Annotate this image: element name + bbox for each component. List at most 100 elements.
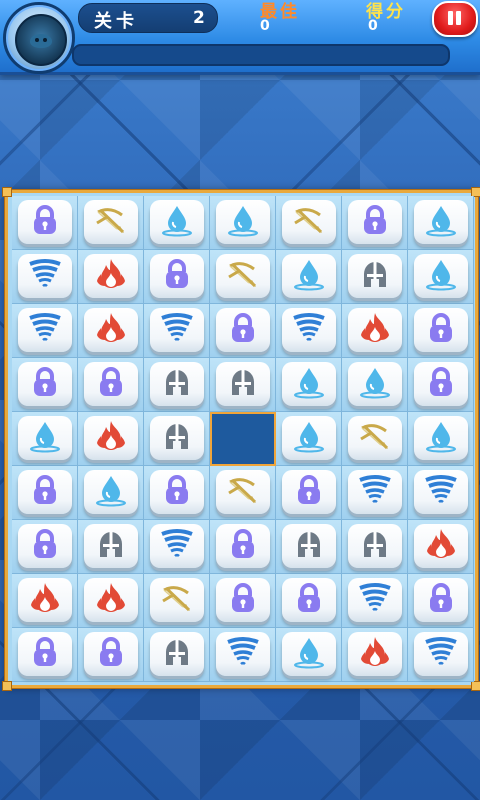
tile-tornado[interactable] — [348, 470, 402, 514]
tile-lock[interactable] — [18, 362, 72, 406]
board-cell[interactable] — [78, 466, 144, 520]
board-cell[interactable] — [342, 520, 408, 574]
board-cell[interactable] — [12, 574, 78, 628]
tile-lock[interactable] — [84, 632, 138, 676]
tile-lock[interactable] — [150, 470, 204, 514]
tile-lock[interactable] — [348, 200, 402, 244]
board-cell[interactable] — [144, 358, 210, 412]
tile-fire[interactable] — [84, 308, 138, 352]
board-cell[interactable] — [144, 412, 210, 466]
tile-water[interactable] — [18, 416, 72, 460]
board-cell[interactable] — [210, 520, 276, 574]
tile-water[interactable] — [348, 362, 402, 406]
tile-helmet[interactable] — [150, 632, 204, 676]
tile-lock[interactable] — [150, 254, 204, 298]
board-cell[interactable] — [210, 466, 276, 520]
board-cell[interactable] — [12, 412, 78, 466]
board-cell[interactable] — [144, 574, 210, 628]
board-cell[interactable] — [144, 196, 210, 250]
board-cell[interactable] — [210, 250, 276, 304]
tile-lock[interactable] — [414, 362, 468, 406]
tile-fire[interactable] — [84, 578, 138, 622]
tile-water[interactable] — [150, 200, 204, 244]
tile-crossbow[interactable] — [282, 200, 336, 244]
board-cell[interactable] — [276, 412, 342, 466]
board-cell[interactable] — [210, 358, 276, 412]
tile-water[interactable] — [414, 254, 468, 298]
tile-fire[interactable] — [348, 632, 402, 676]
tile-water[interactable] — [414, 416, 468, 460]
board-cell[interactable] — [12, 358, 78, 412]
tile-fire[interactable] — [84, 416, 138, 460]
pause-button[interactable] — [432, 1, 478, 37]
board-cell[interactable] — [78, 250, 144, 304]
tile-lock[interactable] — [216, 578, 270, 622]
tile-helmet[interactable] — [348, 524, 402, 568]
tile-water[interactable] — [414, 200, 468, 244]
board-cell[interactable] — [78, 520, 144, 574]
tile-tornado[interactable] — [150, 308, 204, 352]
board-cell[interactable] — [210, 196, 276, 250]
tile-lock[interactable] — [18, 470, 72, 514]
tile-tornado[interactable] — [216, 632, 270, 676]
tile-crossbow[interactable] — [150, 578, 204, 622]
board-cell[interactable] — [78, 628, 144, 682]
tile-lock[interactable] — [414, 578, 468, 622]
tile-crossbow[interactable] — [84, 200, 138, 244]
tile-helmet[interactable] — [150, 362, 204, 406]
tile-crossbow[interactable] — [216, 470, 270, 514]
tile-helmet[interactable] — [150, 416, 204, 460]
tile-crossbow[interactable] — [348, 416, 402, 460]
board-cell[interactable] — [342, 358, 408, 412]
board-cell[interactable] — [78, 304, 144, 358]
board-cell[interactable] — [408, 304, 474, 358]
board-cell[interactable] — [342, 250, 408, 304]
tile-tornado[interactable] — [414, 470, 468, 514]
board-cell[interactable] — [342, 628, 408, 682]
board-cell[interactable] — [12, 466, 78, 520]
board-cell[interactable] — [408, 196, 474, 250]
tile-fire[interactable] — [84, 254, 138, 298]
board-cell[interactable] — [408, 628, 474, 682]
board-cell[interactable] — [408, 412, 474, 466]
tile-lock[interactable] — [18, 200, 72, 244]
board-cell[interactable] — [78, 358, 144, 412]
tile-water[interactable] — [282, 632, 336, 676]
board-cell[interactable] — [144, 520, 210, 574]
tile-fire[interactable] — [18, 578, 72, 622]
board-cell[interactable] — [408, 358, 474, 412]
tile-tornado[interactable] — [348, 578, 402, 622]
board-cell[interactable] — [276, 466, 342, 520]
board-cell[interactable] — [144, 466, 210, 520]
avatar-button[interactable] — [3, 2, 75, 74]
tile-water[interactable] — [282, 416, 336, 460]
board-cell[interactable] — [144, 304, 210, 358]
tile-helmet[interactable] — [216, 362, 270, 406]
board-cell[interactable] — [210, 304, 276, 358]
tile-water[interactable] — [84, 470, 138, 514]
tile-tornado[interactable] — [150, 524, 204, 568]
board-cell[interactable] — [144, 250, 210, 304]
tile-helmet[interactable] — [282, 524, 336, 568]
board-cell[interactable] — [78, 412, 144, 466]
board-cell[interactable] — [342, 574, 408, 628]
tile-tornado[interactable] — [18, 254, 72, 298]
board-cell[interactable] — [144, 628, 210, 682]
board-cell[interactable] — [408, 466, 474, 520]
board-cell[interactable] — [276, 304, 342, 358]
tile-tornado[interactable] — [414, 632, 468, 676]
board-cell[interactable] — [210, 628, 276, 682]
tile-water[interactable] — [282, 254, 336, 298]
tile-helmet[interactable] — [348, 254, 402, 298]
tile-fire[interactable] — [348, 308, 402, 352]
tile-helmet[interactable] — [84, 524, 138, 568]
tile-lock[interactable] — [18, 632, 72, 676]
tile-lock[interactable] — [282, 578, 336, 622]
board-cell[interactable] — [12, 250, 78, 304]
board-cell[interactable] — [408, 574, 474, 628]
board-cell[interactable] — [276, 574, 342, 628]
tile-crossbow[interactable] — [216, 254, 270, 298]
board-cell[interactable] — [78, 574, 144, 628]
tile-tornado[interactable] — [18, 308, 72, 352]
board-cell[interactable] — [276, 520, 342, 574]
